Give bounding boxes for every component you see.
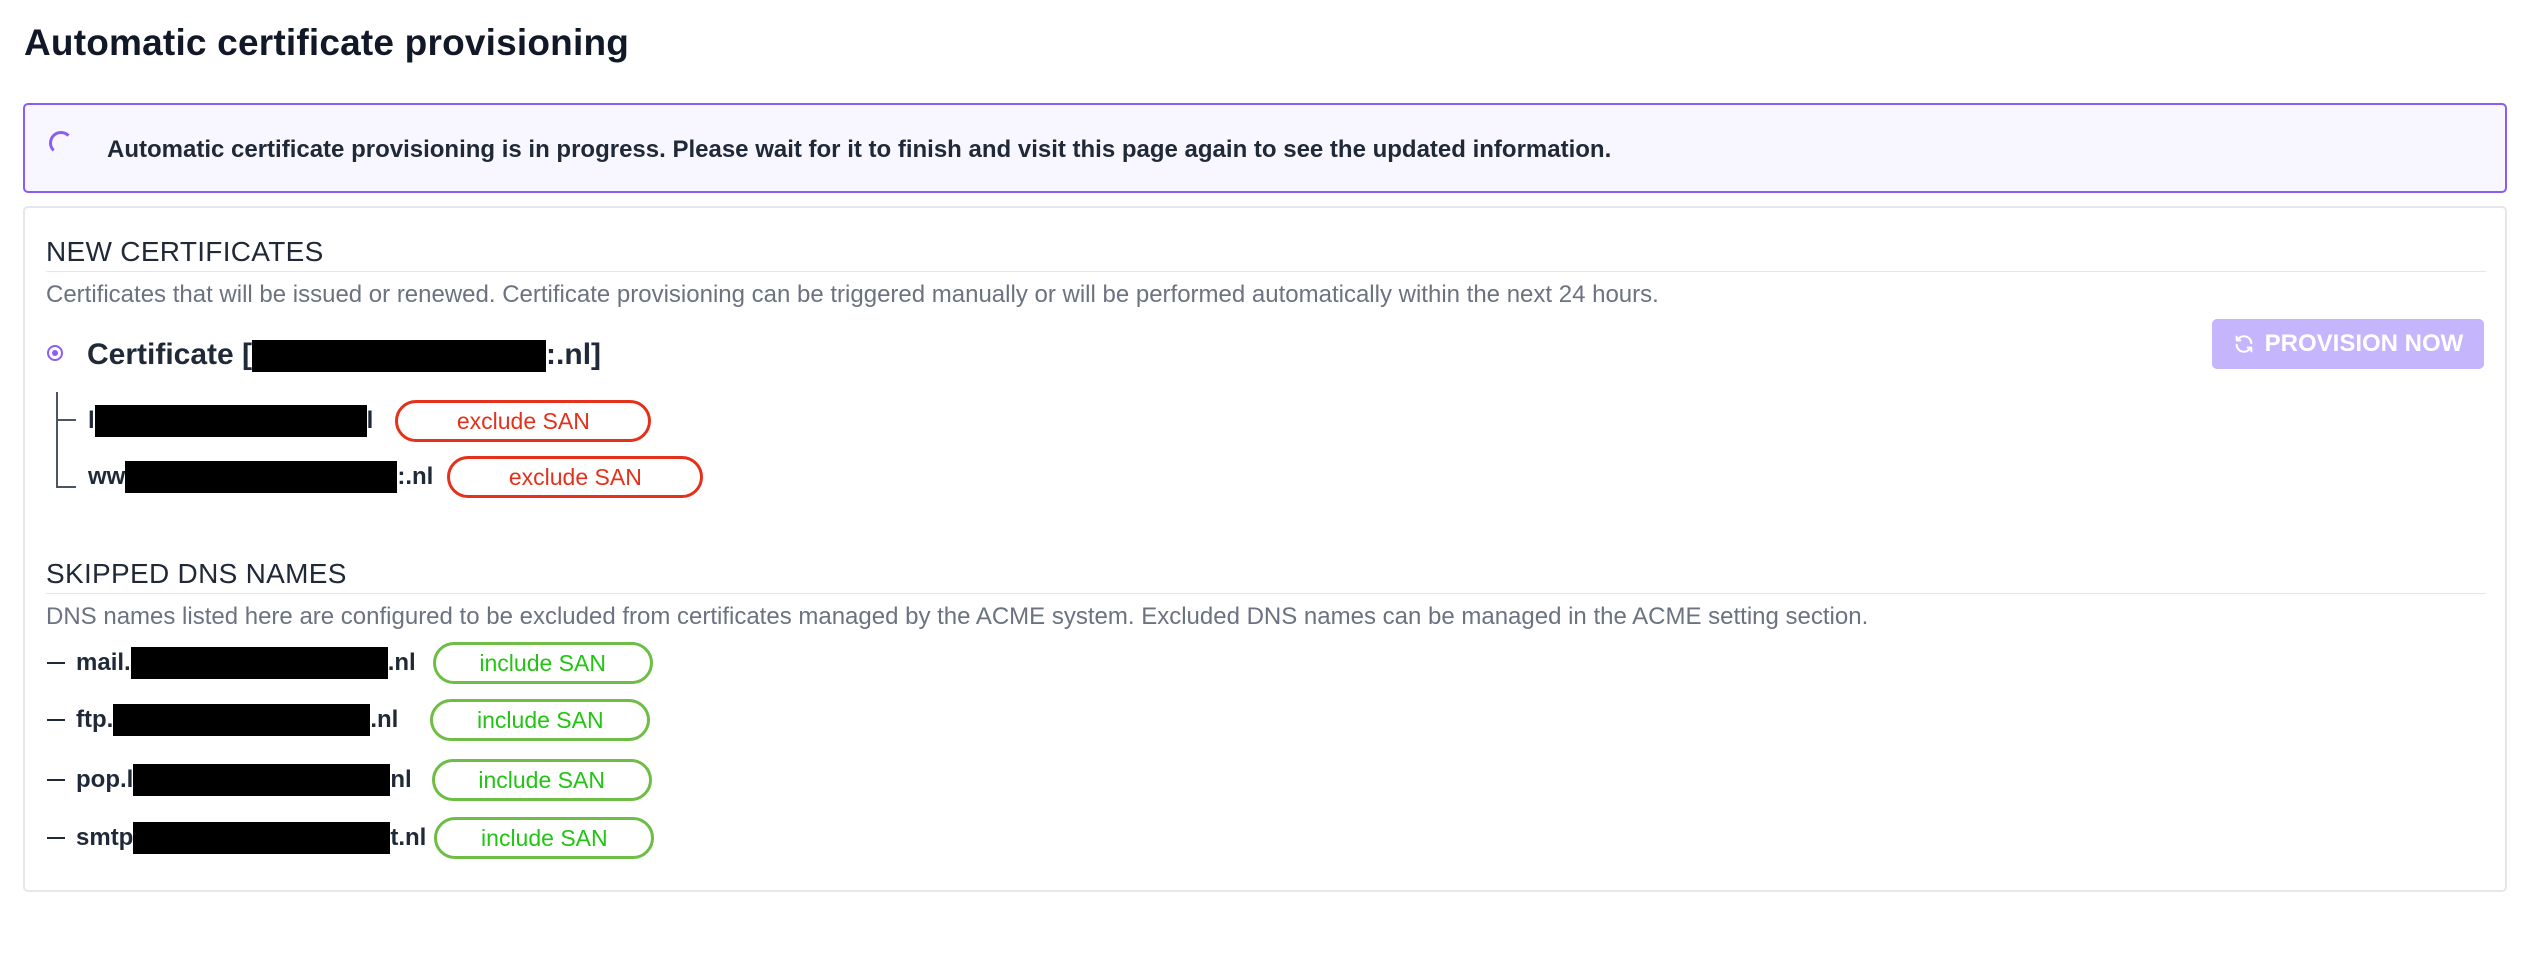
divider [46,271,2486,272]
certificates-panel: NEW CERTIFICATES Certificates that will … [23,206,2507,892]
skipped-dns-row: smtp t.nl include SAN [47,817,655,859]
tree-branch [56,419,76,421]
include-san-button[interactable]: include SAN [434,817,655,859]
certificate-label-suffix: :.nl] [546,338,602,371]
include-san-button[interactable]: include SAN [430,699,651,741]
divider [46,593,2486,594]
include-san-button[interactable]: include SAN [432,642,653,684]
dns-name-suffix: t.nl [390,824,427,851]
include-san-button[interactable]: include SAN [431,759,652,801]
redacted-block [133,822,391,854]
exclude-san-button[interactable]: exclude SAN [447,456,704,498]
redacted-block [252,340,547,373]
new-certificates-description: Certificates that will be issued or rene… [46,281,1659,308]
dns-name-suffix: .nl [387,649,416,676]
redacted-block [125,461,398,493]
dns-name-suffix: nl [390,766,412,793]
skipped-dns-heading: SKIPPED DNS NAMES [46,558,347,589]
san-name-prefix: ww [88,463,126,490]
san-name-suffix: :.nl [397,463,434,490]
dash [47,662,65,664]
dns-name-prefix: ftp. [76,706,114,733]
spinner-icon [49,131,73,155]
refresh-icon [2235,335,2252,353]
dash [47,837,65,839]
skipped-dns-row: ftp. .nl include SAN [47,699,651,741]
dash [47,719,65,721]
redacted-block [113,704,371,736]
certificate-label-prefix: Certificate [ [87,338,253,371]
provision-now-button[interactable]: PROVISION NOW [2212,319,2484,369]
progress-banner: Automatic certificate provisioning is in… [23,103,2507,193]
skipped-dns-row: pop.l nl include SAN [47,759,652,801]
page: Automatic certificate provisioning Autom… [0,0,2534,974]
provision-now-label: PROVISION NOW [2264,330,2464,357]
redacted-block [130,647,388,679]
exclude-san-button[interactable]: exclude SAN [395,400,652,442]
dns-name-prefix: pop.l [76,766,134,793]
certificate-radio[interactable] [47,345,63,361]
redacted-block [94,405,367,437]
redacted-block [133,764,391,796]
san-name-suffix: l [366,407,374,434]
dns-name-prefix: smtp [76,824,134,851]
tree-branch [56,486,76,488]
san-name-prefix: l [88,407,95,434]
dash [47,779,65,781]
skipped-dns-description: DNS names listed here are configured to … [46,603,1869,630]
certificate-title: Certificate [ :.nl] [87,338,602,373]
tree-connector [56,392,58,488]
new-certificates-heading: NEW CERTIFICATES [46,236,324,267]
dns-name-prefix: mail. [76,649,131,676]
page-title: Automatic certificate provisioning [24,22,630,63]
dns-name-suffix: .nl [370,706,399,733]
san-row: ww :.nl exclude SAN [88,456,704,498]
san-row: l l exclude SAN [88,400,652,442]
skipped-dns-row: mail. .nl include SAN [47,642,653,684]
banner-message: Automatic certificate provisioning is in… [107,136,1612,163]
